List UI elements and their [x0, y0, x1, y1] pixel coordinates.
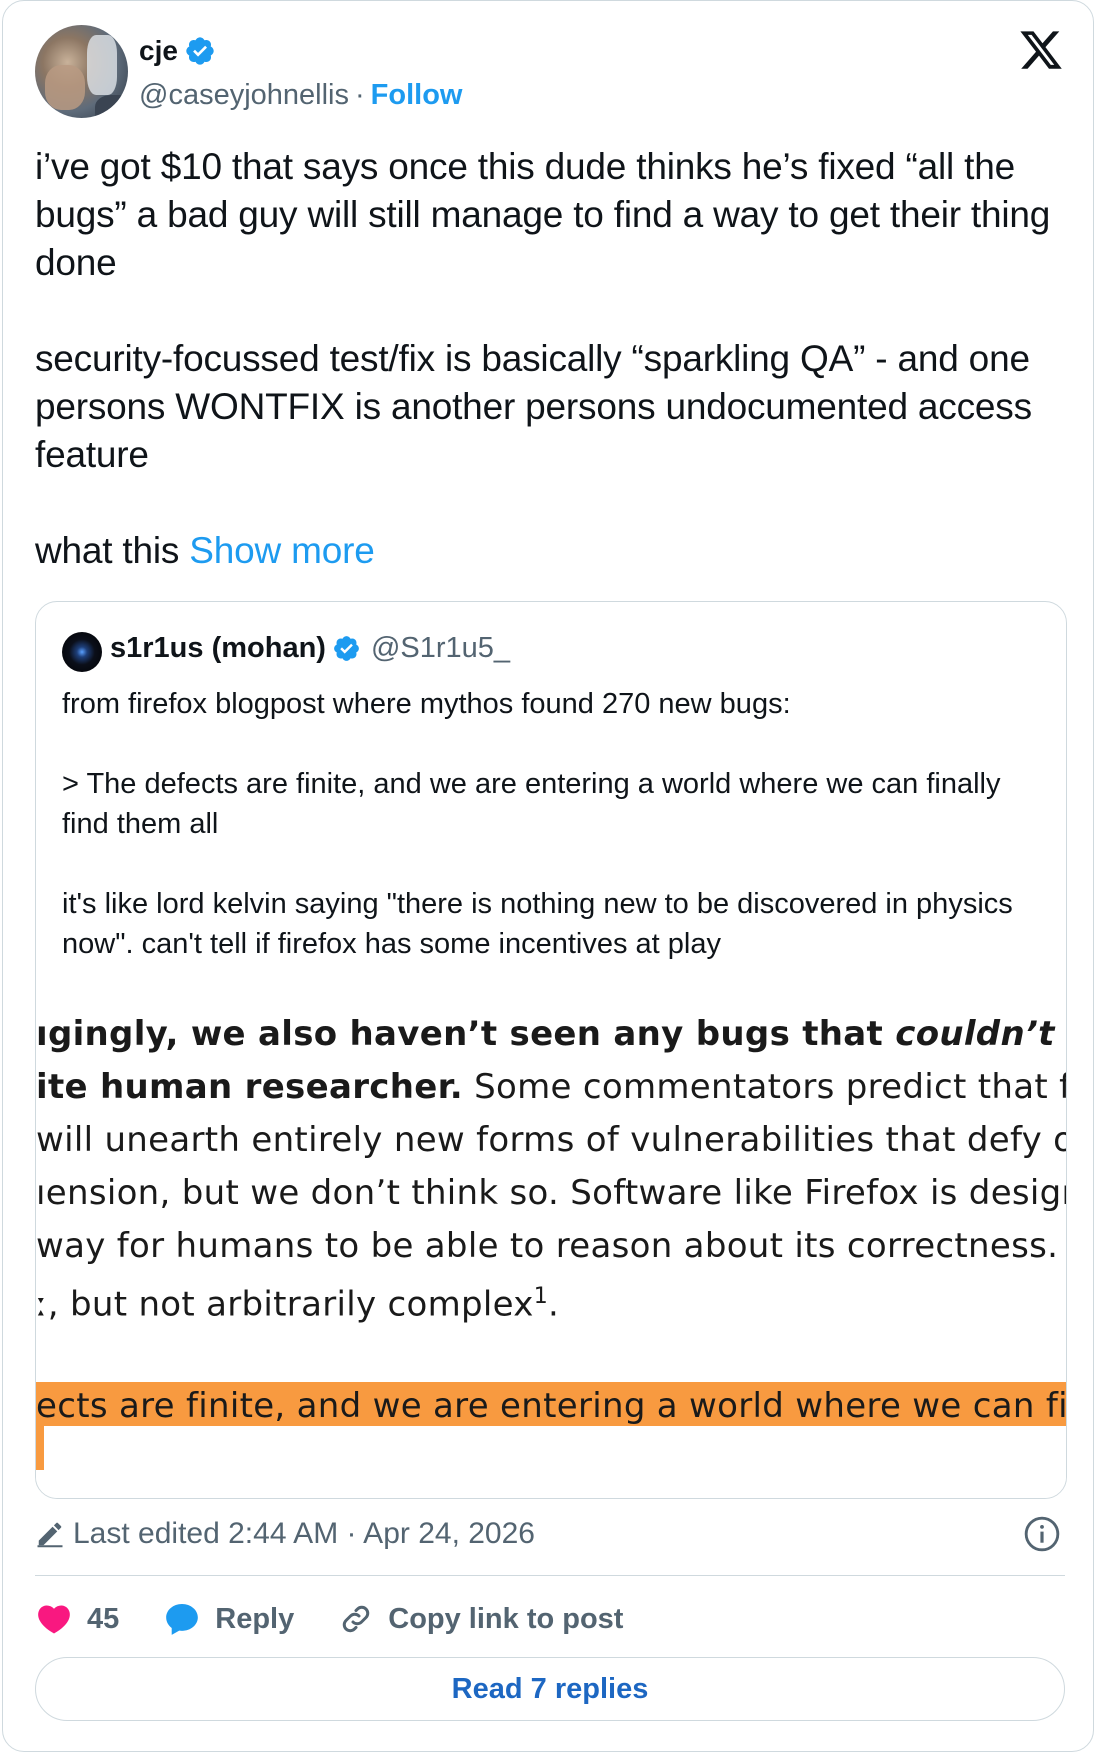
tweet-paragraph: i’ve got $10 that says once this dude th… — [35, 146, 1051, 283]
heart-icon — [38, 1605, 70, 1634]
like-button[interactable]: 45 — [35, 1600, 119, 1638]
footnote-mark: 1 — [533, 1284, 549, 1309]
author-handle[interactable]: @caseyjohnellis — [139, 79, 349, 112]
verified-badge-icon — [334, 636, 359, 661]
author-name-row[interactable]: cje — [139, 35, 216, 67]
action-bar: 45 Reply Copy link to post — [35, 1591, 667, 1647]
edited-text: Last edited 2:44 AM · Apr 24, 2026 — [73, 1517, 535, 1550]
tweet-card: cje @caseyjohnellis · Follow i’ve got $1… — [2, 0, 1094, 1752]
tweet-paragraph-truncated: what this Show more — [35, 527, 1065, 575]
author-avatar[interactable] — [35, 25, 128, 118]
highlight-band-end — [36, 1426, 44, 1470]
link-icon — [343, 1605, 370, 1633]
read-replies-button[interactable]: Read 7 replies — [35, 1657, 1065, 1721]
edited-timestamp[interactable]: Last edited 2:44 AM · Apr 24, 2026 — [35, 1517, 535, 1551]
divider — [35, 1575, 1065, 1576]
copy-link-label: Copy link to post — [388, 1602, 624, 1635]
quoted-image[interactable]: ıgingly, we also haven’t seen any bugs t… — [36, 1002, 1067, 1498]
truncated-text: what this — [35, 530, 190, 571]
like-count: 45 — [87, 1602, 120, 1635]
reply-bubble-icon — [166, 1603, 199, 1635]
quoted-paragraph: from firefox blogpost where mythos found… — [62, 688, 791, 720]
show-more-link[interactable]: Show more — [189, 530, 375, 571]
follow-button[interactable]: Follow — [371, 79, 463, 112]
reply-label: Reply — [215, 1602, 295, 1635]
author-name[interactable]: cje — [139, 35, 178, 67]
verified-badge-icon — [186, 37, 214, 65]
highlighted-text-line: ects are finite, and we are entering a w… — [36, 1386, 1067, 1426]
quoted-author-handle: @S1r1u5_ — [370, 632, 511, 664]
image-text-line: ite human researcher. Some commentators … — [36, 1067, 1066, 1107]
image-text-line: ıgingly, we also haven’t seen any bugs t… — [36, 1014, 1055, 1054]
image-text-line: ː, but not arbitrarily complex1. — [36, 1284, 560, 1325]
quoted-tweet-text: from firefox blogpost where mythos found… — [62, 684, 1042, 1004]
image-text-line: way for humans to be able to reason abou… — [36, 1226, 1067, 1266]
pencil-icon — [37, 1522, 63, 1548]
handle-separator: · — [354, 79, 365, 111]
copy-link-button[interactable]: Copy link to post — [338, 1601, 623, 1637]
author-handle-row: @caseyjohnellis · Follow — [139, 79, 462, 112]
tweet-paragraph: security-focussed test/fix is basically … — [35, 338, 1032, 475]
quoted-author-name: s1r1us (mohan) — [110, 632, 326, 664]
image-text-line: ıension, but we don’t think so. Software… — [36, 1173, 1067, 1213]
quoted-author-row: s1r1us (mohan) @S1r1u5_ — [110, 632, 510, 665]
tweet-text: i’ve got $10 that says once this dude th… — [35, 143, 1065, 575]
x-logo-icon[interactable] — [1017, 27, 1065, 73]
image-text-line: will unearth entirely new forms of vulne… — [36, 1120, 1067, 1160]
quoted-author-avatar — [62, 632, 102, 672]
info-icon[interactable] — [1023, 1515, 1061, 1553]
quoted-tweet[interactable]: s1r1us (mohan) @S1r1u5_ from firefox blo… — [35, 601, 1067, 1499]
quoted-paragraph: > The defects are finite, and we are ent… — [62, 768, 1001, 840]
quoted-paragraph: it's like lord kelvin saying "there is n… — [62, 888, 1013, 960]
reply-button[interactable]: Reply — [163, 1600, 294, 1638]
